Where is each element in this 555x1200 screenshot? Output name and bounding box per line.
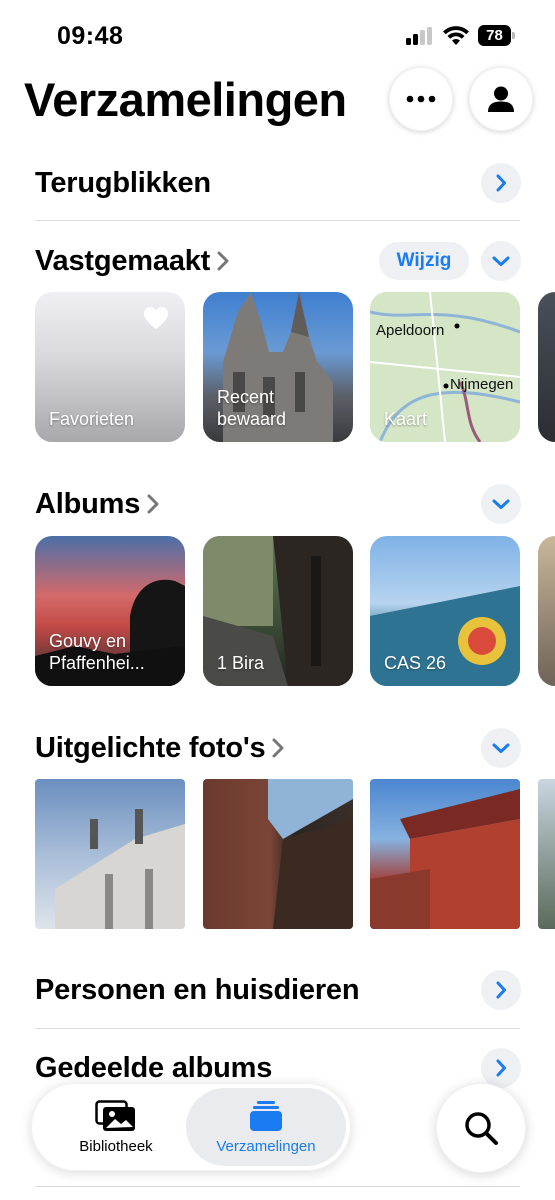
chevron-right-icon	[272, 738, 284, 758]
pinned-favorites-tile[interactable]: Favorieten	[35, 292, 185, 442]
pinned-recent-saved-tile[interactable]: Recent bewaard	[203, 292, 353, 442]
albums-title[interactable]: Albums	[35, 488, 140, 521]
shared-open-button[interactable]	[481, 1048, 521, 1088]
albums-carousel[interactable]: Gouvy en Pfaffenhei... 1 Bira CAS 26	[35, 536, 555, 686]
albums-collapse-button[interactable]	[481, 484, 521, 524]
divider	[35, 1186, 520, 1187]
people-row[interactable]: Personen en huisdieren	[35, 969, 521, 1011]
tab-collections-label: Verzamelingen	[216, 1137, 316, 1155]
chevron-right-icon	[496, 1059, 506, 1077]
featured-photo[interactable]	[35, 779, 185, 929]
tile-label: Gouvy en Pfaffenhei...	[49, 631, 145, 673]
chevron-down-icon	[492, 256, 510, 266]
search-icon	[465, 1112, 498, 1145]
album-tile[interactable]: CAS 26	[370, 536, 520, 686]
featured-photo[interactable]	[538, 779, 555, 929]
page-title: Verzamelingen	[24, 73, 347, 126]
featured-photo[interactable]	[203, 779, 353, 929]
pinned-collapse-button[interactable]	[481, 241, 521, 281]
cellular-signal-icon	[406, 27, 434, 45]
tile-label: 1 Bira	[217, 653, 265, 673]
album-tile[interactable]: 1 Bira	[203, 536, 353, 686]
recaps-row[interactable]: Terugblikken	[35, 162, 521, 204]
people-open-button[interactable]	[481, 970, 521, 1010]
chevron-down-icon	[492, 743, 510, 753]
featured-photo[interactable]	[370, 779, 520, 929]
shared-title: Gedeelde albums	[35, 1051, 273, 1084]
pinned-map-tile[interactable]: Apeldoorn Nijmegen Kaart	[370, 292, 520, 442]
pinned-header: Vastgemaakt Wijzig	[35, 240, 521, 282]
tile-label: Recent bewaard	[217, 387, 287, 429]
status-time: 09:48	[57, 22, 124, 50]
albums-header: Albums	[35, 483, 521, 525]
person-icon	[488, 86, 514, 112]
photos-library-icon	[95, 1099, 135, 1131]
divider	[35, 220, 520, 221]
search-button[interactable]	[436, 1083, 526, 1173]
tab-bar: Bibliotheek Verzamelingen	[31, 1083, 351, 1171]
featured-collapse-button[interactable]	[481, 728, 521, 768]
recaps-title: Terugblikken	[35, 166, 211, 199]
more-options-button[interactable]	[389, 67, 453, 131]
collections-icon	[250, 1100, 282, 1131]
pinned-next-tile[interactable]	[538, 292, 555, 442]
recaps-open-button[interactable]	[481, 163, 521, 203]
chevron-right-icon	[217, 251, 229, 271]
photo-temple	[370, 789, 520, 929]
ellipsis-icon	[406, 95, 436, 103]
people-title: Personen en huisdieren	[35, 973, 360, 1006]
map-label-nijmegen: Nijmegen	[450, 376, 514, 393]
divider	[35, 1028, 520, 1029]
tile-label: CAS 26	[384, 653, 447, 673]
featured-title[interactable]: Uitgelichte foto's	[35, 732, 266, 765]
pinned-title[interactable]: Vastgemaakt	[35, 245, 210, 278]
tile-label: Kaart	[384, 409, 428, 429]
tab-collections[interactable]: Verzamelingen	[186, 1088, 346, 1166]
heart-icon	[144, 307, 168, 329]
pinned-carousel[interactable]: Favorieten Recent bewaard Apeldoorn Nijm…	[35, 292, 555, 442]
status-bar: 09:48 78	[0, 0, 555, 70]
profile-button[interactable]	[469, 67, 533, 131]
battery-level: 78	[478, 25, 511, 46]
photo-colonnade	[55, 809, 185, 929]
photo-architecture	[268, 779, 353, 929]
tab-library-label: Bibliotheek	[79, 1137, 153, 1155]
featured-carousel[interactable]	[35, 779, 555, 929]
chevron-right-icon	[147, 494, 159, 514]
album-tile[interactable]: Gouvy en Pfaffenhei...	[35, 536, 185, 686]
featured-header: Uitgelichte foto's	[35, 727, 521, 769]
battery-icon: 78	[478, 25, 516, 46]
edit-pinned-button[interactable]: Wijzig	[379, 242, 469, 280]
chevron-right-icon	[496, 174, 506, 192]
album-tile[interactable]	[538, 536, 555, 686]
chevron-right-icon	[496, 981, 506, 999]
chevron-down-icon	[492, 499, 510, 509]
tile-label: Favorieten	[49, 409, 135, 429]
wifi-icon	[443, 26, 469, 45]
map-label-apeldoorn: Apeldoorn	[376, 322, 445, 339]
tab-library[interactable]: Bibliotheek	[51, 1088, 181, 1166]
